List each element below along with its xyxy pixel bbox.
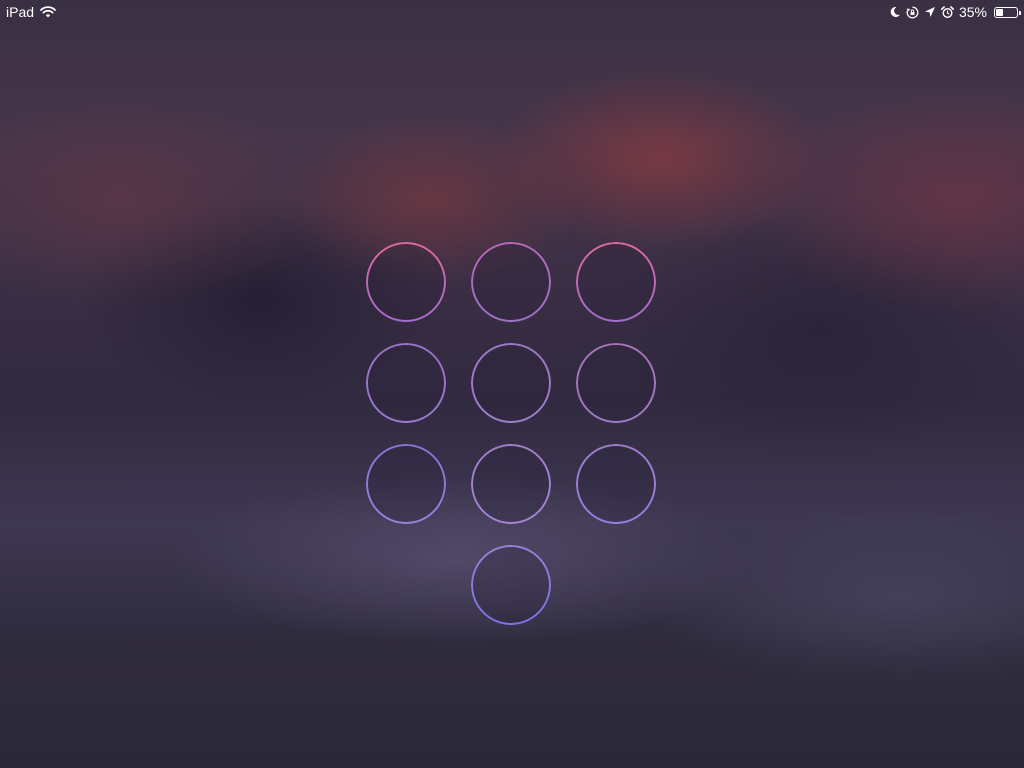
key-8-button[interactable] — [471, 444, 551, 524]
key-ring — [576, 444, 656, 524]
key-ring — [366, 444, 446, 524]
key-ring — [471, 545, 551, 625]
key-7-button[interactable] — [366, 444, 446, 524]
key-0-button[interactable] — [471, 545, 551, 625]
key-ring — [471, 242, 551, 322]
key-ring — [366, 242, 446, 322]
key-ring — [576, 242, 656, 322]
key-5-button[interactable] — [471, 343, 551, 423]
status-bar: iPad 35% — [0, 0, 1024, 24]
device-name: iPad — [6, 4, 35, 20]
moon-icon — [889, 6, 901, 18]
rotation-lock-icon — [906, 6, 919, 19]
location-arrow-icon — [924, 6, 936, 18]
alarm-icon — [940, 5, 954, 19]
lock-screen: iPad 35% — [0, 0, 1024, 768]
key-6-button[interactable] — [576, 343, 656, 423]
key-3-button[interactable] — [576, 242, 656, 322]
battery-icon — [994, 6, 1021, 18]
key-9-button[interactable] — [576, 444, 656, 524]
key-1-button[interactable] — [366, 242, 446, 322]
passcode-keypad — [366, 242, 658, 626]
status-bar-right: 35% — [889, 0, 1021, 24]
battery-level — [996, 8, 1003, 16]
battery-cap — [1019, 10, 1021, 15]
battery-percent: 35% — [958, 4, 987, 20]
wifi-icon — [40, 6, 56, 18]
status-bar-left: iPad — [6, 0, 56, 24]
key-ring — [366, 343, 446, 423]
key-4-button[interactable] — [366, 343, 446, 423]
key-ring — [471, 343, 551, 423]
key-ring — [576, 343, 656, 423]
key-ring — [471, 444, 551, 524]
key-2-button[interactable] — [471, 242, 551, 322]
